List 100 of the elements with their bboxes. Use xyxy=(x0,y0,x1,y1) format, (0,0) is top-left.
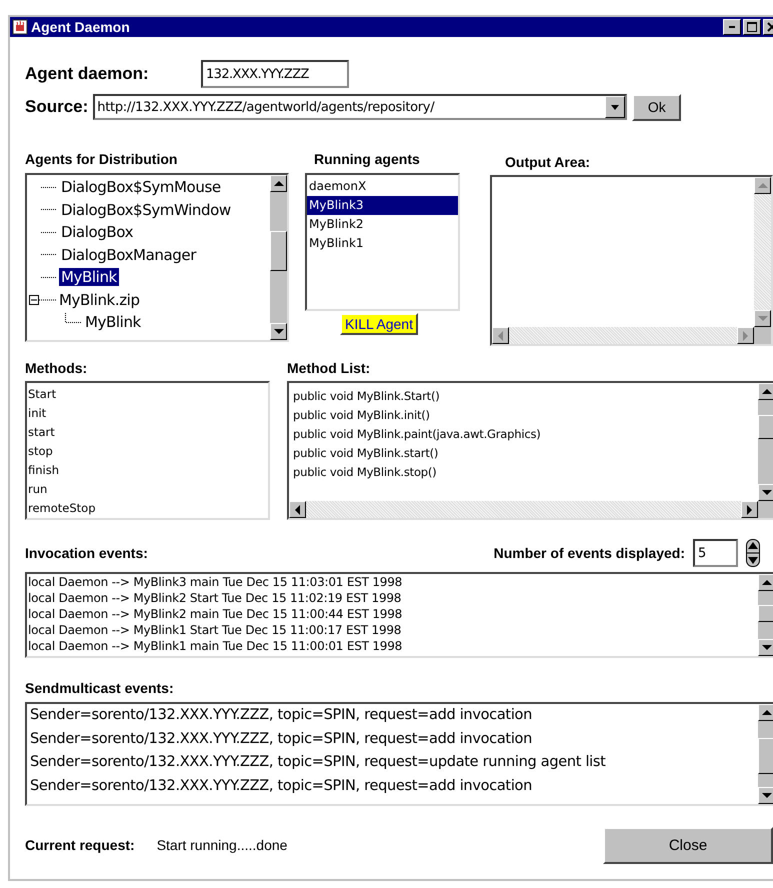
scroll-right-button[interactable] xyxy=(737,327,754,344)
vertical-scrollbar[interactable] xyxy=(758,574,773,656)
section-label: Sendmulticast events: xyxy=(25,680,175,698)
scroll-down-button[interactable] xyxy=(758,484,773,501)
tree-line-icon xyxy=(65,313,81,324)
horizontal-scrollbar[interactable] xyxy=(289,501,758,518)
list-item[interactable]: public void MyBlink.paint(java.awt.Graphics) xyxy=(293,425,758,444)
list-item[interactable]: remoteStop xyxy=(27,499,268,518)
scroll-down-button[interactable] xyxy=(270,323,287,340)
list-item[interactable]: run xyxy=(27,480,268,499)
scroll-up-button[interactable] xyxy=(758,704,773,721)
scroll-down-button[interactable] xyxy=(758,639,773,656)
ok-button[interactable]: Ok xyxy=(632,94,682,120)
events-count-field[interactable]: 5 xyxy=(693,539,738,567)
tree-item[interactable]: DialogBox$SymMouse xyxy=(59,178,223,196)
list-item[interactable]: Sender=sorento/132.XXX.YYY.ZZZ, topic=SPIN, request=add invocation xyxy=(28,774,758,798)
current-request-value: Start running.....done xyxy=(156,837,288,853)
triangle-left-icon xyxy=(295,504,300,514)
list-item[interactable]: Start xyxy=(27,385,268,404)
methods-list[interactable]: Start init start stop finish run remoteStop xyxy=(25,381,270,520)
scroll-right-button[interactable] xyxy=(741,501,758,518)
triangle-left-icon xyxy=(498,330,503,340)
list-item[interactable]: finish xyxy=(27,461,268,480)
triangle-down-icon xyxy=(762,490,772,495)
scroll-thumb[interactable] xyxy=(758,605,773,622)
triangle-up-icon xyxy=(762,710,772,715)
tree-item[interactable]: MyBlink.zip xyxy=(57,290,142,309)
scroll-thumb[interactable] xyxy=(758,738,773,774)
list-item[interactable]: daemonX xyxy=(307,177,458,196)
scroll-up-button[interactable] xyxy=(758,574,773,591)
output-text-area[interactable] xyxy=(490,175,773,346)
close-button[interactable]: Close xyxy=(603,826,773,864)
invocation-events-list[interactable] xyxy=(25,572,773,658)
sendmulticast-events-list[interactable] xyxy=(25,702,773,806)
source-dropdown[interactable]: http://132.XXX.YYY.ZZZ/agentworld/agents/repository/ xyxy=(93,94,628,120)
list-item[interactable]: MyBlink2 xyxy=(307,215,458,234)
maximize-button[interactable] xyxy=(743,19,761,35)
agent-daemon-field[interactable]: 132.XXX.YYY.ZZZ xyxy=(201,60,349,88)
section-label: Methods: xyxy=(25,360,88,378)
agent-tree[interactable]: DialogBox$SymMouse DialogBox$SymWindow DialogBox DialogBoxManager MyBlink MyBlink.zip MyBlink xyxy=(25,173,289,342)
running-agents-list[interactable]: daemonX MyBlink3 MyBlink2 MyBlink1 xyxy=(305,173,460,311)
events-count-label: Number of events displayed: xyxy=(494,545,685,561)
kill-agent-button[interactable]: KILL Agent xyxy=(340,313,418,335)
tree-item[interactable]: MyBlink xyxy=(83,313,143,332)
horizontal-scrollbar[interactable] xyxy=(492,327,754,344)
scroll-left-button[interactable] xyxy=(492,327,509,344)
triangle-up-icon xyxy=(762,389,772,394)
triangle-right-icon xyxy=(747,504,752,514)
tree-item[interactable]: DialogBox xyxy=(59,223,136,242)
tree-line-icon xyxy=(41,232,57,233)
tree-item[interactable]: DialogBoxManager xyxy=(59,246,198,264)
list-item[interactable]: public void MyBlink.Start() xyxy=(293,387,758,406)
list-item[interactable]: init xyxy=(27,404,268,423)
tree-line-icon xyxy=(41,276,57,278)
list-item[interactable]: local Daemon --> MyBlink2 Start Tue Dec 15 11:02:19 EST 1998 xyxy=(28,590,758,606)
cup-icon xyxy=(12,19,28,35)
minimize-icon xyxy=(729,26,735,28)
list-item[interactable]: Sender=sorento/132.XXX.YYY.ZZZ, topic=SPIN, request=update running agent list xyxy=(28,751,758,774)
minimize-button[interactable] xyxy=(723,19,741,35)
scroll-thumb[interactable] xyxy=(758,415,773,439)
scroll-down-button[interactable] xyxy=(758,787,773,804)
list-item[interactable]: local Daemon --> MyBlink1 main Tue Dec 15 11:00:01 EST 1998 xyxy=(28,638,758,654)
scroll-left-button[interactable] xyxy=(289,501,306,518)
list-item[interactable]: local Daemon --> MyBlink3 main Tue Dec 15 11:03:01 EST 1998 xyxy=(28,574,758,590)
section-label: Agents for Distribution xyxy=(25,151,178,169)
list-item[interactable]: MyBlink3 xyxy=(307,196,458,215)
list-item[interactable]: MyBlink1 xyxy=(307,234,458,253)
window-title: Agent Daemon xyxy=(31,19,130,35)
vertical-scrollbar[interactable] xyxy=(758,383,773,501)
scroll-thumb[interactable] xyxy=(270,231,287,271)
tree-item[interactable]: DialogBox$SymWindow xyxy=(59,200,233,219)
list-item[interactable]: local Daemon --> MyBlink1 Start Tue Dec 15 11:00:17 EST 1998 xyxy=(28,622,758,638)
agent-daemon-label: Agent daemon: xyxy=(25,64,150,84)
scroll-down-button[interactable] xyxy=(754,310,771,327)
tree-line-icon xyxy=(41,186,57,188)
vertical-scrollbar[interactable] xyxy=(758,704,773,804)
scroll-up-button[interactable] xyxy=(270,175,287,192)
vertical-scrollbar[interactable] xyxy=(270,175,287,340)
list-item[interactable]: public void MyBlink.stop() xyxy=(293,463,758,482)
scroll-up-button[interactable] xyxy=(758,383,773,400)
list-item[interactable]: public void MyBlink.init() xyxy=(293,406,758,425)
method-list[interactable]: public void MyBlink.Start() public void MyBlink.init() public void MyBlink.paint(java.awt.Graphics) public void MyBlink.start() public void MyBlink.stop() xyxy=(287,381,773,520)
triangle-down-icon xyxy=(762,793,772,798)
section-label: Output Area: xyxy=(504,153,592,172)
tree-line-icon xyxy=(41,209,57,210)
tree-item[interactable]: MyBlink xyxy=(59,268,119,286)
list-item[interactable]: local Daemon --> MyBlink2 main Tue Dec 15 11:00:44 EST 1998 xyxy=(28,606,758,622)
section-label: Method List: xyxy=(287,360,372,378)
section-label: Running agents xyxy=(313,151,420,169)
list-item[interactable]: stop xyxy=(27,442,268,461)
triangle-down-icon xyxy=(274,329,284,334)
triangle-up-icon xyxy=(762,580,772,585)
scroll-up-button[interactable] xyxy=(754,177,771,194)
list-item[interactable]: start xyxy=(27,423,268,442)
scrollbar-corner xyxy=(754,327,771,344)
list-item[interactable]: Sender=sorento/132.XXX.YYY.ZZZ, topic=SPIN, request=add invocation xyxy=(28,728,758,751)
vertical-scrollbar[interactable] xyxy=(754,177,771,327)
list-item[interactable]: public void MyBlink.start() xyxy=(293,444,758,463)
list-item[interactable]: Sender=sorento/132.XXX.YYY.ZZZ, topic=SPIN, request=add invocation xyxy=(28,704,758,728)
spinner-arrows-icon xyxy=(746,539,760,567)
